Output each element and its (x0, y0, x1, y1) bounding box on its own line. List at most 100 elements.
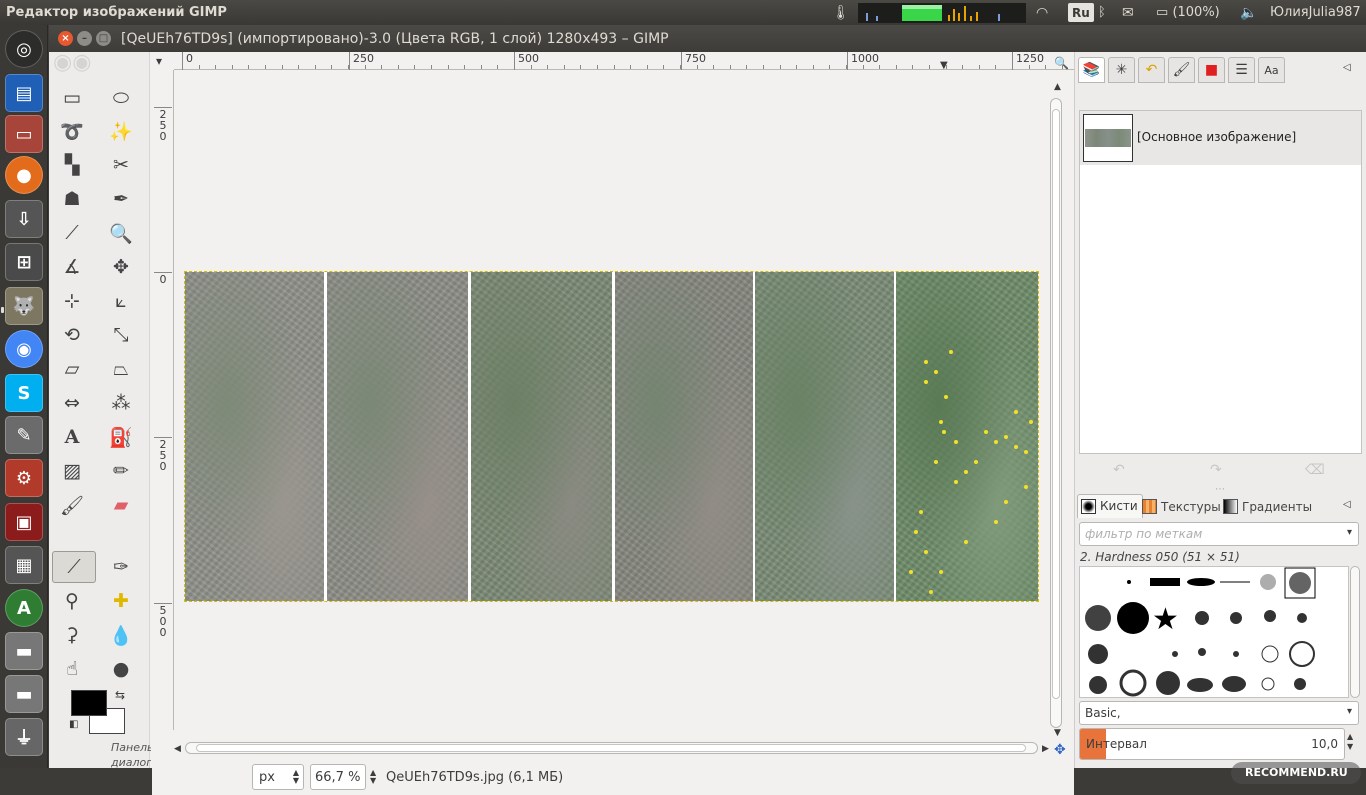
tab-gradients[interactable]: Градиенты (1220, 496, 1316, 518)
tab-brushes[interactable]: Кисти (1077, 494, 1143, 518)
free-select-icon[interactable]: ➰ (55, 116, 89, 146)
pencil-icon[interactable]: ✏ (104, 456, 138, 486)
scroll-up-icon[interactable]: ▲ (1054, 82, 1061, 92)
ellipse-select-icon[interactable]: ⬭ (104, 83, 138, 113)
perspective-clone-icon[interactable]: ⚳ (55, 620, 89, 650)
brush-grid-scrollbar[interactable] (1350, 566, 1360, 698)
foreground-select-icon[interactable]: ☗ (55, 184, 89, 214)
sound-icon[interactable]: 🔈 (1240, 3, 1257, 22)
rect-select-icon[interactable]: ▭ (55, 83, 89, 113)
fuzzy-select-icon[interactable]: ✨ (104, 116, 138, 146)
spacing-slider[interactable]: Интервал 10,0 (1079, 728, 1345, 760)
system-monitor-graph[interactable] (858, 3, 1026, 23)
clear-history-icon[interactable]: ⌫ (1305, 462, 1325, 478)
select-by-color-icon[interactable]: ▚ (55, 150, 89, 180)
wifi-icon[interactable]: ◠ (1036, 3, 1048, 22)
flip-icon[interactable]: ⇔ (55, 388, 89, 418)
perspective-icon[interactable]: ⏢ (104, 354, 138, 384)
edit-brush-icon[interactable]: ✎ (1097, 766, 1109, 782)
scale-icon[interactable]: ⤡ (104, 320, 138, 350)
workspace-switcher-icon[interactable]: ⊞ (5, 243, 43, 281)
spacing-spin-icon[interactable]: ▲▼ (1347, 732, 1353, 752)
color-picker-icon[interactable]: ⟋ (55, 218, 89, 248)
measure-icon[interactable]: ∡ (55, 252, 89, 282)
firefox-icon[interactable]: ● (5, 156, 43, 194)
bucket-fill-icon[interactable]: ⛽ (104, 422, 138, 452)
scissors-icon[interactable]: ✂ (104, 150, 138, 180)
dock-menu-icon[interactable]: ◁ (1343, 62, 1351, 73)
tag-filter-input[interactable]: фильтр по меткам ▾ (1079, 522, 1359, 546)
scroll-right-icon[interactable]: ▶ (1042, 744, 1049, 754)
zoom-icon[interactable]: 🔍 (104, 218, 138, 248)
layer-row[interactable]: [Основное изображение] (1080, 111, 1361, 165)
crop-icon[interactable]: ⟀ (104, 286, 138, 316)
image-canvas[interactable] (185, 272, 1038, 601)
dock-menu-2-icon[interactable]: ◁ (1343, 499, 1351, 510)
cage-transform-icon[interactable]: ⁂ (104, 388, 138, 418)
keyboard-layout-indicator[interactable]: Ru (1068, 3, 1094, 22)
new-brush-icon[interactable]: 🗋 (1159, 766, 1170, 790)
writer-document-icon[interactable]: ▤ (5, 74, 43, 112)
channels-tab-icon[interactable]: ✳ (1108, 57, 1135, 83)
software-center-icon[interactable]: A (5, 589, 43, 627)
undo-history-tab-icon[interactable]: ↶ (1138, 57, 1165, 83)
zoom-spin-icon[interactable]: ▲▼ (370, 769, 376, 785)
default-colors-icon[interactable]: ◧ (69, 719, 78, 730)
user-menu[interactable]: ЮлияJulia987 (1270, 3, 1361, 22)
brush-grid[interactable]: ★ (1079, 566, 1349, 698)
quick-mask-menu-icon[interactable]: ▾ (156, 54, 162, 68)
brush-preset-select[interactable]: Basic, ▾ (1079, 701, 1359, 725)
swap-colors-icon[interactable]: ⇆ (115, 688, 125, 702)
skype-icon[interactable]: S (5, 374, 43, 412)
text-tool-icon[interactable]: A (55, 422, 89, 452)
rotate-icon[interactable]: ⟲ (55, 320, 89, 350)
align-icon[interactable]: ⊹ (55, 286, 89, 316)
usb-icon[interactable]: ⏚ (5, 718, 43, 756)
horizontal-scroll-thumb[interactable] (196, 744, 1026, 752)
calculator-icon[interactable]: ▦ (5, 546, 43, 584)
battery-indicator[interactable]: ▭ (100%) (1156, 3, 1220, 22)
maximize-icon[interactable]: □ (96, 31, 111, 46)
tab-patterns[interactable]: Текстуры (1139, 496, 1225, 518)
drive-icon[interactable]: ▬ (5, 632, 43, 670)
airbrush-icon[interactable]: ⟋ (52, 551, 96, 583)
bluetooth-icon[interactable]: ᛒ (1098, 3, 1106, 22)
drive-2-icon[interactable]: ▬ (5, 675, 43, 713)
paths-icon[interactable]: ✒ (104, 184, 138, 214)
mail-icon[interactable]: ✉ (1122, 3, 1134, 22)
shear-icon[interactable]: ▱ (55, 354, 89, 384)
smudge-icon[interactable]: ☝ (55, 654, 89, 684)
scroll-down-icon[interactable]: ▼ (1054, 728, 1061, 738)
vertical-scrollbar[interactable] (1050, 98, 1062, 728)
paintbrush-icon[interactable]: 🖌 (55, 490, 89, 520)
foreground-color-swatch[interactable] (71, 690, 107, 716)
gimp-icon[interactable]: 🐺 (5, 287, 43, 325)
blur-icon[interactable]: 💧 (104, 620, 138, 650)
system-settings-icon[interactable]: ⚙ (5, 459, 43, 497)
move-icon[interactable]: ✥ (104, 252, 138, 282)
file-cabinet-icon[interactable]: ▭ (5, 115, 43, 153)
brush-tab-icon[interactable]: 🖌 (1168, 57, 1195, 83)
duplicate-brush-icon[interactable]: ⧉ (1211, 766, 1221, 782)
patterns-tab-icon[interactable]: ☰ (1228, 57, 1255, 83)
color-tab-icon[interactable]: ■ (1198, 57, 1225, 83)
ink-icon[interactable]: ✑ (104, 552, 138, 582)
download-icon[interactable]: ⇩ (5, 200, 43, 238)
vertical-scroll-thumb[interactable] (1052, 109, 1060, 699)
dodge-burn-icon[interactable]: ● (104, 654, 138, 684)
thermometer-icon[interactable]: 🌡 (832, 3, 850, 22)
redo-icon[interactable]: ↷ (1210, 462, 1222, 478)
chrome-icon[interactable]: ◉ (5, 330, 43, 368)
undo-icon[interactable]: ↶ (1113, 462, 1125, 478)
heal-icon[interactable]: ✚ (104, 586, 138, 616)
zoom-follow-icon[interactable]: 🔍 (1054, 56, 1069, 70)
minimize-icon[interactable]: – (77, 31, 92, 46)
horizontal-scrollbar[interactable] (185, 742, 1038, 754)
eraser-icon[interactable]: ▰ (104, 490, 138, 520)
text-editor-icon[interactable]: ✎ (5, 416, 43, 454)
dash-icon[interactable]: ◎ (5, 30, 43, 68)
terminal-icon[interactable]: ▣ (5, 503, 43, 541)
blend-icon[interactable]: ▨ (55, 456, 89, 486)
close-icon[interactable]: × (58, 31, 73, 46)
layers-tab-icon[interactable]: 📚 (1078, 57, 1105, 83)
